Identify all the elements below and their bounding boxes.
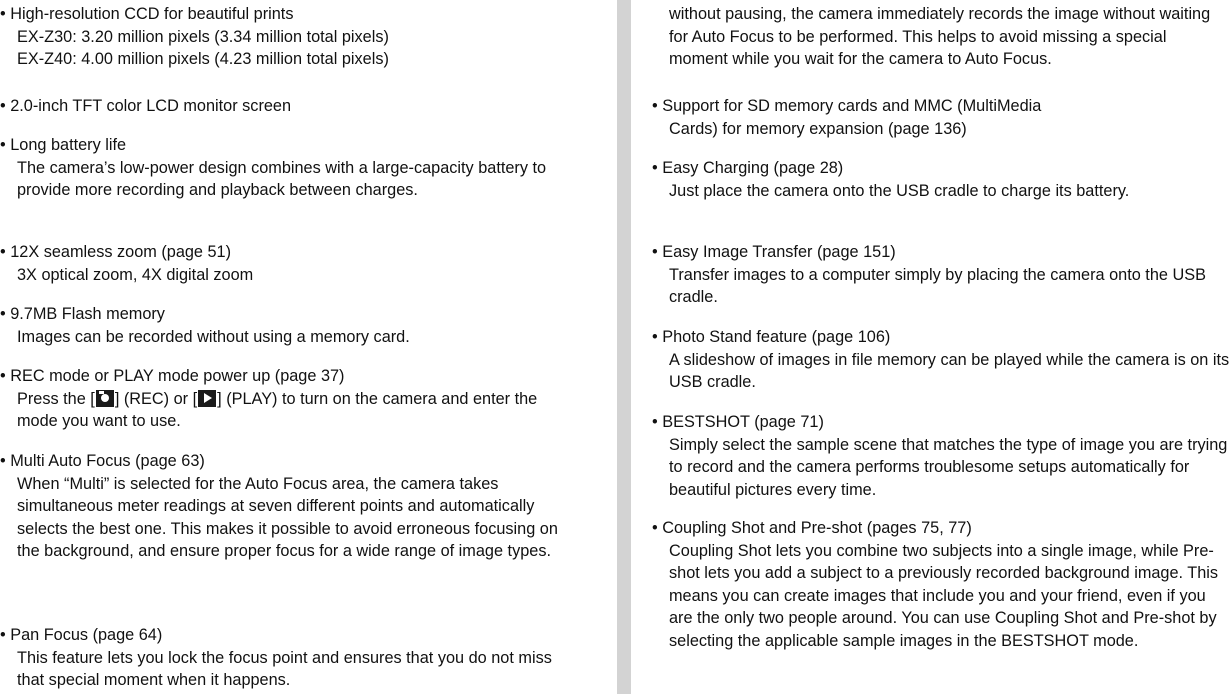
feature-detail: Transfer images to a computer simply by … xyxy=(669,265,1206,307)
feature-detail: Images can be recorded without using a m… xyxy=(17,327,410,346)
feature-power-up: • REC mode or PLAY mode power up (page 3… xyxy=(0,365,578,433)
feature-detail: Simply select the sample scene that matc… xyxy=(669,435,1228,499)
play-icon xyxy=(198,389,217,407)
feature-title: • 2.0-inch TFT color LCD monitor screen xyxy=(0,97,292,115)
feature-title: • Photo Stand feature (page 106) xyxy=(652,328,891,346)
feature-title: • REC mode or PLAY mode power up (page 3… xyxy=(0,367,345,385)
feature-title: • High-resolution CCD for beautiful prin… xyxy=(0,5,294,23)
feature-detail: 3X optical zoom, 4X digital zoom xyxy=(17,265,254,284)
feature-detail: EX-Z30: 3.20 million pixels (3.34 millio… xyxy=(17,27,389,46)
feature-detail: EX-Z40: 4.00 million pixels (4.23 millio… xyxy=(17,50,389,68)
feature-battery: • Long battery life The camera’s low-pow… xyxy=(0,134,578,202)
rec-camera-icon xyxy=(95,389,114,407)
feature-bestshot: • BESTSHOT (page 71) Simply select the s… xyxy=(652,411,1231,501)
feature-easy-charging: • Easy Charging (page 28) Just place the… xyxy=(652,157,1231,202)
feature-title: • Multi Auto Focus (page 63) xyxy=(0,452,205,470)
feature-photo-stand: • Photo Stand feature (page 106) A slide… xyxy=(652,326,1231,394)
feature-detail: Cards) for memory expansion (page 136) xyxy=(669,119,967,138)
feature-detail: When “Multi” is selected for the Auto Fo… xyxy=(17,474,558,561)
feature-detail: The camera’s low-power design combines w… xyxy=(17,158,547,200)
feature-title: • 12X seamless zoom (page 51) xyxy=(0,243,232,261)
feature-detail: Just place the camera onto the USB cradl… xyxy=(669,181,1130,200)
continuation-text: without pausing, the camera immediately … xyxy=(669,5,1211,68)
feature-pan-focus: • Pan Focus (page 64) This feature lets … xyxy=(0,624,578,692)
feature-title: • BESTSHOT (page 71) xyxy=(652,413,824,431)
feature-title: • Easy Image Transfer (page 151) xyxy=(652,243,896,261)
feature-title: • Support for SD memory cards and MMC (M… xyxy=(652,97,1042,115)
feature-detail: Coupling Shot lets you combine two subje… xyxy=(669,541,1219,650)
continuation-paragraph: without pausing, the camera immediately … xyxy=(669,3,1229,71)
feature-title: • Easy Charging (page 28) xyxy=(652,159,844,177)
feature-lcd: • 2.0-inch TFT color LCD monitor screen xyxy=(0,95,578,118)
feature-sd-card: • Support for SD memory cards and MMC (M… xyxy=(652,95,1231,140)
feature-title: • Long battery life xyxy=(0,136,127,154)
feature-detail: This feature lets you lock the focus poi… xyxy=(17,648,552,690)
feature-image-transfer: • Easy Image Transfer (page 151) Transfe… xyxy=(652,241,1231,309)
feature-title: • 9.7MB Flash memory xyxy=(0,305,165,323)
feature-title: • Coupling Shot and Pre-shot (pages 75, … xyxy=(652,519,972,537)
column-divider xyxy=(617,0,631,694)
feature-coupling-shot: • Coupling Shot and Pre-shot (pages 75, … xyxy=(652,517,1231,652)
feature-title: • Pan Focus (page 64) xyxy=(0,626,163,644)
feature-multi-auto-focus: • Multi Auto Focus (page 63) When “Multi… xyxy=(0,450,578,563)
feature-ccd: • High-resolution CCD for beautiful prin… xyxy=(0,3,578,71)
feature-detail: Press the [] (REC) or [] (PLAY) to turn … xyxy=(17,389,538,430)
feature-zoom: • 12X seamless zoom (page 51) 3X optical… xyxy=(0,241,578,286)
feature-detail: A slideshow of images in file memory can… xyxy=(669,350,1230,392)
feature-flash-memory: • 9.7MB Flash memory Images can be recor… xyxy=(0,303,578,348)
